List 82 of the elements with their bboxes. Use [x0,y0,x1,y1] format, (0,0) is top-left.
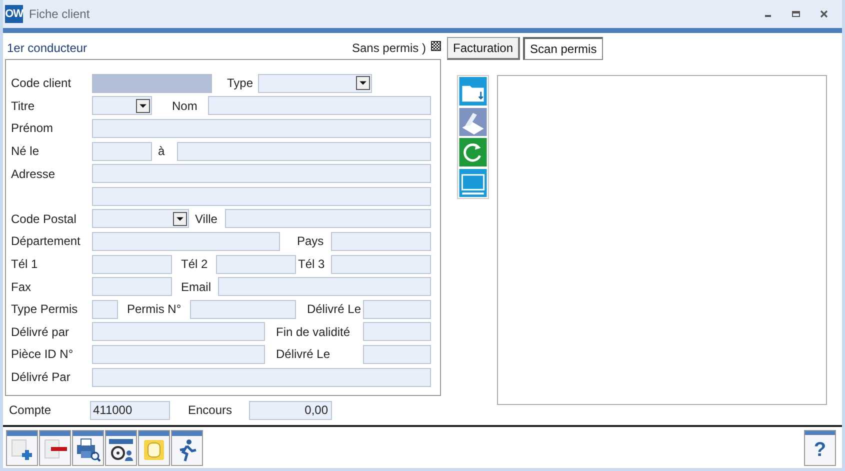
field-label: Compte [9,402,52,419]
text-field[interactable] [216,254,296,274]
caret-icon [173,212,187,226]
print-preview-button[interactable] [72,430,104,466]
tab[interactable]: Facturation [447,37,520,60]
text-field[interactable] [177,142,431,161]
field-label: Type [227,75,254,92]
window-title: Fiche client [29,6,90,23]
note-button[interactable] [138,430,170,466]
caret-icon [136,98,150,113]
text-field[interactable] [92,232,280,251]
text-field[interactable] [92,300,118,319]
text-field[interactable] [208,96,431,116]
field-label: Pays [297,233,325,250]
field-label: Encours [188,402,234,419]
app-logo: OW [5,5,23,23]
remove-document-button[interactable] [39,430,71,466]
field-label: Adresse [11,166,56,183]
text-field[interactable] [331,232,431,251]
field-label: Email [181,278,212,296]
text-field[interactable] [92,322,265,342]
text-field[interactable] [92,254,172,274]
field-label: Délivré Par [11,369,72,386]
text-field[interactable] [92,142,152,161]
maximize-icon[interactable] [792,10,800,18]
exit-button[interactable] [171,430,203,466]
caret-icon [356,76,370,90]
text-field[interactable] [92,164,431,184]
field-label: Fin de validité [276,324,352,341]
folder-download-icon[interactable] [459,77,487,106]
text-field[interactable] [225,209,431,228]
text-field[interactable] [363,322,431,342]
field-label: Délivré Le [276,346,332,364]
text-field[interactable] [331,254,431,274]
field-label: Permis N° [127,301,182,318]
text-field[interactable] [92,186,431,206]
text-field[interactable] [92,344,265,364]
text-field[interactable] [218,277,431,296]
field-label: Nom [172,98,198,115]
dropdown[interactable] [92,209,189,228]
checkbox-label: Sans permis ) [352,40,426,57]
square-icon [142,438,166,462]
field-label: Titre [11,98,36,115]
text-field[interactable] [363,300,431,319]
text-field[interactable] [92,277,172,296]
monitor-icon[interactable] [459,168,487,197]
compte-field[interactable]: 411000 [90,400,170,420]
add-document-button[interactable] [6,430,38,466]
encours-field[interactable]: 0,00 [249,400,332,420]
field-label: Code Postal [11,210,78,228]
field-label: Né le [11,143,40,160]
field-label: Ville [195,210,218,228]
refresh-icon[interactable] [459,138,487,166]
tab[interactable]: Scan permis [523,37,603,60]
printer-magnifier-icon [75,437,101,463]
field-label: Fax [11,278,32,296]
sans-permis-checkbox[interactable] [431,41,441,51]
text-field[interactable] [363,344,431,364]
dropdown[interactable] [258,74,372,93]
dropdown[interactable] [92,96,152,116]
field-label: Code client [11,75,72,92]
field-label: Délivré par [11,324,70,341]
field-label: Type Permis [11,301,79,318]
text-field[interactable] [92,368,431,387]
field-label: Pièce ID N° [11,346,74,364]
help-button[interactable]: ? [804,430,836,466]
close-icon[interactable] [820,10,828,18]
field-label: Délivré Le [306,301,361,318]
text-field[interactable] [92,118,431,138]
scanner-icon[interactable] [459,108,487,136]
plus-icon [10,438,34,462]
field-label: Tél 2 [181,256,209,274]
text-field[interactable] [92,74,212,93]
field-label: Tél 1 [11,256,39,274]
steering-wheel-user-icon [108,437,134,463]
driver-button[interactable] [105,430,137,466]
section-label: 1er conducteur [7,40,88,57]
field-label: Tél 3 [298,256,326,274]
field-label: Prénom [11,120,54,138]
text-field[interactable] [190,300,296,319]
field-label: à [158,143,166,160]
field-label: Département [11,233,82,250]
